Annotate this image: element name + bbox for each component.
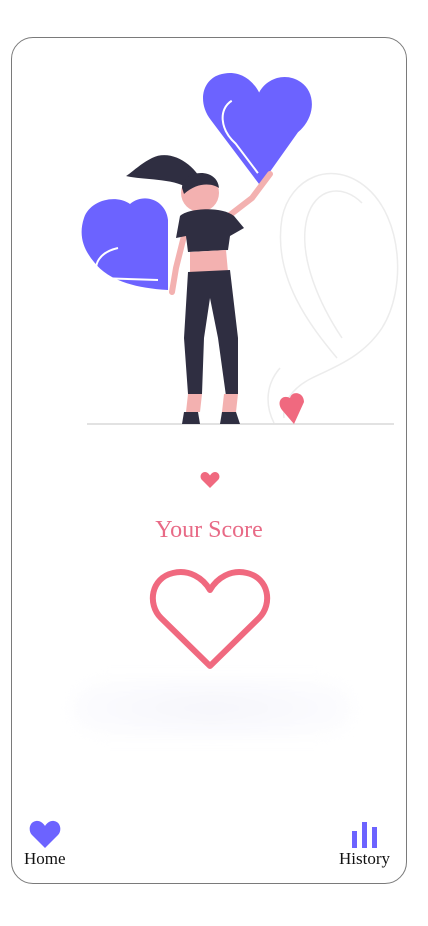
- nav-home-label: Home: [24, 849, 66, 868]
- small-heart-icon: [200, 472, 220, 488]
- nav-history-label: History: [339, 849, 390, 868]
- bar-chart-icon: [351, 822, 377, 848]
- score-label: Your Score: [155, 517, 263, 543]
- nav-home-button[interactable]: Home: [24, 819, 66, 869]
- nav-history-button[interactable]: History: [339, 819, 390, 869]
- blurred-placeholder: [72, 678, 352, 738]
- score-heart-icon: [150, 569, 270, 669]
- app-frame: Your Score Home History: [11, 37, 407, 884]
- love-illustration: [81, 72, 399, 425]
- heart-icon: [29, 820, 61, 848]
